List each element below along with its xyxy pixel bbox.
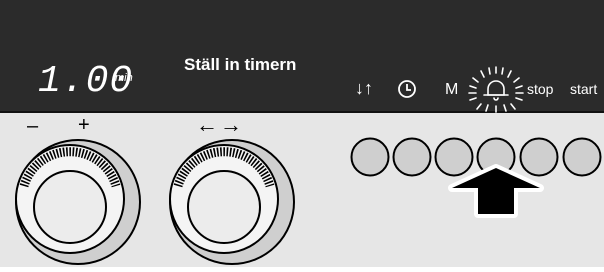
function-button-6[interactable]: [562, 137, 602, 177]
function-button-5[interactable]: [519, 137, 559, 177]
function-button-1[interactable]: [350, 137, 390, 177]
function-button-2[interactable]: [392, 137, 432, 177]
right-knob-cap: [187, 170, 261, 244]
right-knob[interactable]: [169, 139, 295, 265]
arrows-label: ←→: [196, 112, 244, 137]
left-knob-cap: [33, 170, 107, 244]
temp-label: ↓↑: [355, 78, 373, 98]
minus-label: –: [27, 115, 39, 137]
plus-label: +: [78, 114, 90, 136]
time-unit: min: [115, 72, 133, 84]
stop-label: stop: [527, 81, 554, 97]
memory-label: M: [445, 81, 459, 98]
instruction-text: Ställ in timern: [184, 55, 297, 74]
panel-drawing: [0, 0, 604, 267]
appliance-control-panel: 1.00 min Ställ in timern ↓↑ M stop start…: [0, 0, 604, 267]
function-button-3[interactable]: [434, 137, 474, 177]
start-label: start: [570, 81, 598, 97]
left-knob[interactable]: [15, 139, 141, 265]
